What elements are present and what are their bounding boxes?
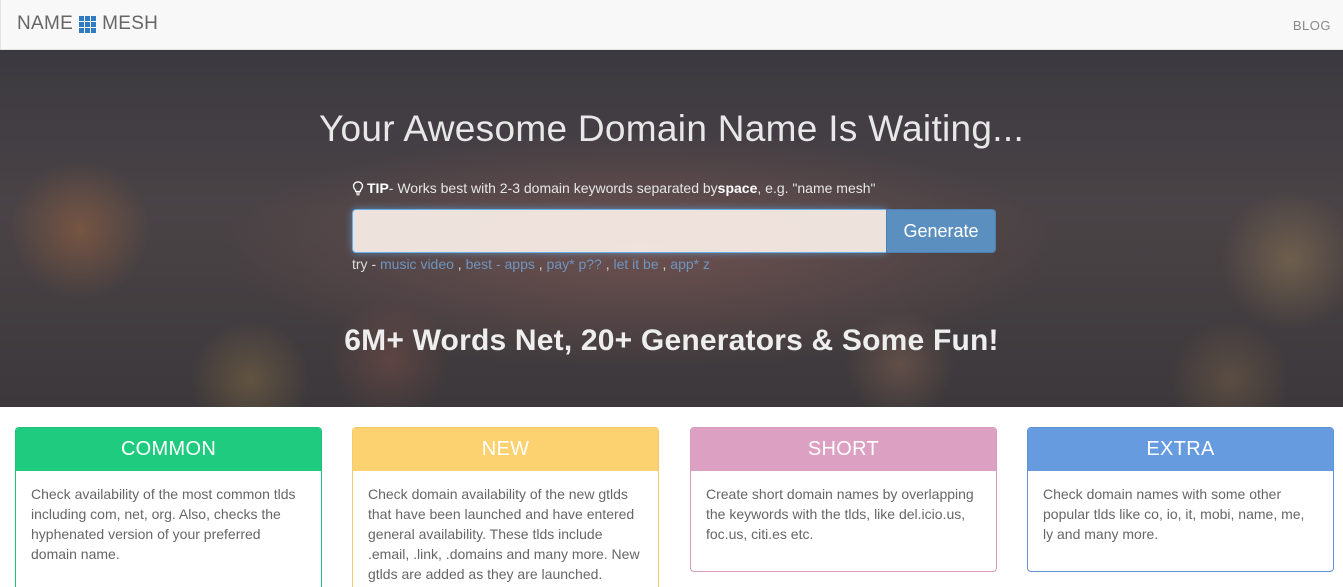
panel-title: SHORT: [691, 428, 996, 471]
try-separator: ,: [601, 256, 614, 272]
try-separator: ,: [658, 256, 671, 272]
panel-body: Create short domain names by overlapping…: [706, 486, 974, 542]
tip-label: TIP: [367, 180, 389, 196]
panel-new: NEW Check domain availability of the new…: [352, 427, 659, 587]
lightbulb-icon: [352, 180, 364, 195]
try-examples: try - music video , best - apps , pay* p…: [352, 256, 710, 272]
tip-line: TIP - Works best with 2-3 domain keyword…: [352, 180, 875, 196]
hero-subtitle: 6M+ Words Net, 20+ Generators & Some Fun…: [344, 324, 999, 357]
tip-keyword: space: [717, 180, 758, 196]
tip-text-before: - Works best with 2-3 domain keywords se…: [388, 180, 718, 196]
navbar: NAME MESH BLOG: [0, 0, 1343, 50]
try-label: try -: [352, 256, 380, 272]
generate-button[interactable]: Generate: [886, 209, 996, 253]
panel-common: COMMON Check availability of the most co…: [15, 427, 322, 587]
brand-logo[interactable]: NAME MESH: [17, 13, 158, 35]
try-example-link[interactable]: music video: [380, 256, 454, 272]
try-example-link[interactable]: best - apps: [466, 256, 535, 272]
search-form: Generate: [352, 209, 996, 253]
panel-body: Check availability of the most common tl…: [31, 486, 296, 562]
try-example-link[interactable]: pay* p??: [547, 256, 602, 272]
brand-name-left: NAME: [17, 13, 74, 34]
try-example-link[interactable]: let it be: [613, 256, 658, 272]
panel-extra: EXTRA Check domain names with some other…: [1027, 427, 1334, 572]
feature-panels: COMMON Check availability of the most co…: [0, 407, 1343, 587]
try-separator: ,: [453, 256, 466, 272]
try-separator: ,: [534, 256, 547, 272]
panel-title: EXTRA: [1028, 428, 1333, 471]
panel-title: COMMON: [16, 428, 321, 471]
hero-section: Your Awesome Domain Name Is Waiting... T…: [0, 50, 1343, 407]
panel-body: Check domain availability of the new gtl…: [368, 486, 640, 582]
blog-link[interactable]: BLOG: [1293, 18, 1331, 33]
panel-short: SHORT Create short domain names by overl…: [690, 427, 997, 572]
try-example-link[interactable]: app* z: [670, 256, 710, 272]
brand-name-right: MESH: [102, 13, 159, 34]
panel-title: NEW: [353, 428, 658, 471]
keyword-search-input[interactable]: [352, 209, 886, 253]
tip-text-after: , e.g. "name mesh": [757, 180, 876, 196]
grid-icon: [79, 15, 97, 33]
hero-title: Your Awesome Domain Name Is Waiting...: [318, 108, 1025, 149]
panel-body: Check domain names with some other popul…: [1043, 486, 1305, 542]
